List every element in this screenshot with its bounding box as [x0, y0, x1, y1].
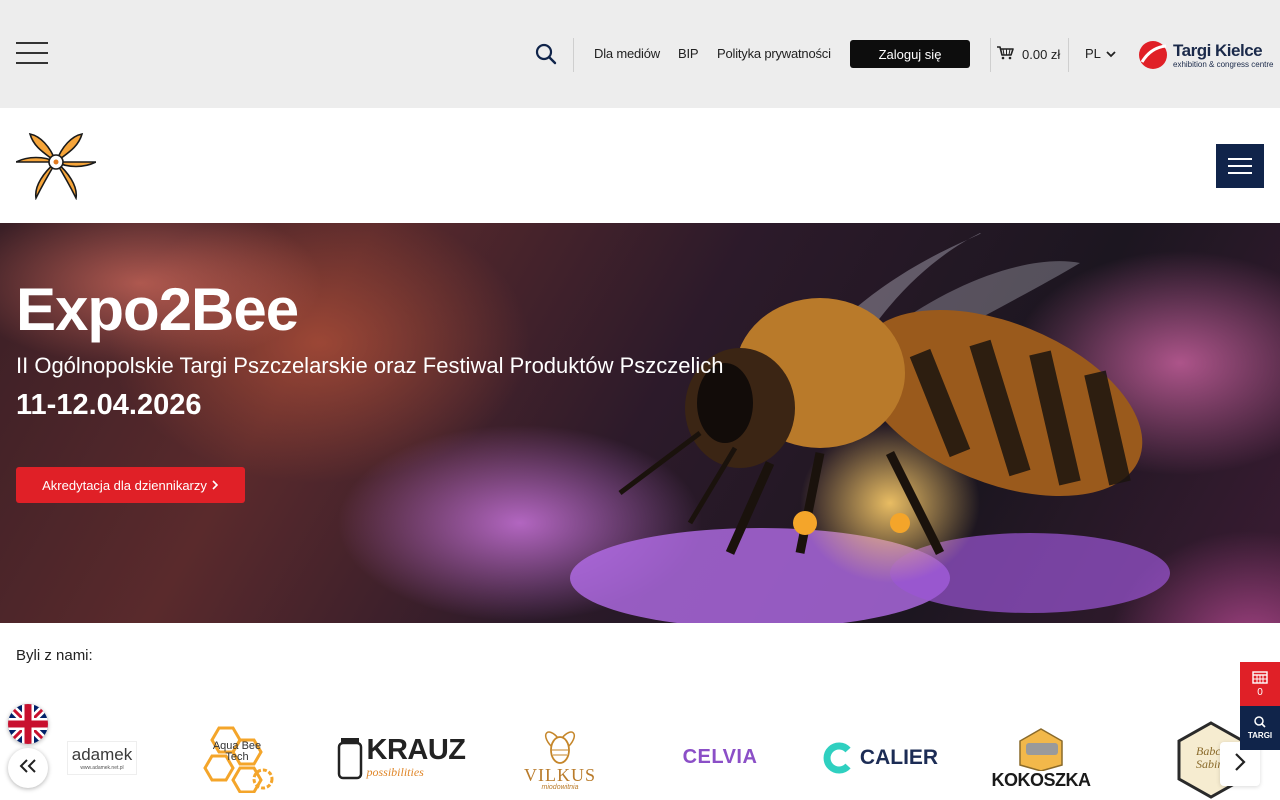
divider	[990, 38, 991, 72]
chevron-right-icon	[212, 478, 219, 493]
link-bip[interactable]: BIP	[678, 46, 699, 61]
calendar-widget-button[interactable]: 0	[1240, 662, 1280, 706]
bee-drawing-icon	[544, 731, 576, 764]
expo2bee-logo[interactable]	[15, 128, 97, 201]
adamek-wordmark: adamek	[71, 744, 133, 764]
targi-widget-button[interactable]: TARGI	[1240, 706, 1280, 750]
search-icon	[1254, 716, 1266, 728]
search-icon[interactable]	[535, 43, 557, 65]
cart-button[interactable]: 0.00 zł	[996, 44, 1060, 64]
site-header	[0, 108, 1280, 223]
chevron-down-icon	[1106, 46, 1116, 61]
partner-logo-krauz[interactable]: KRAUZ possibilities	[336, 715, 466, 800]
brand-name: Targi Kielce	[1173, 40, 1263, 60]
double-chevron-left-icon	[19, 758, 37, 778]
partners-carousel: adamek www.adamek.net.pl Aqua Bee Tech K…	[60, 715, 1280, 800]
main-menu-button[interactable]	[1216, 144, 1264, 188]
top-utility-bar: Dla mediów BIP Polityka prywatności Zalo…	[0, 0, 1280, 108]
hero-subtitle: II Ogólnopolskie Targi Pszczelarskie ora…	[16, 353, 724, 378]
partners-heading: Byli z nami:	[16, 647, 93, 664]
partner-logo-celvia[interactable]: CELVIA	[674, 715, 766, 800]
kokoszka-emblem	[1019, 727, 1063, 771]
jar-icon	[337, 737, 362, 779]
cart-amount: 0.00 zł	[1022, 46, 1061, 62]
hero-title: Expo2Bee	[16, 276, 299, 343]
event-date: 11-12.04.2026	[16, 389, 202, 421]
partner-logo-kokoszka[interactable]: KOKOSZKA	[986, 715, 1096, 800]
targi-kielce-logo[interactable]: Targi Kielce exhibition & congress centr…	[1138, 38, 1274, 72]
hero-banner: Expo2Bee II Ogólnopolskie Targi Pszczela…	[0, 223, 1280, 623]
adamek-url: www.adamek.net.pl	[80, 764, 124, 771]
press-accreditation-label: Akredytacja dla dziennikarzy	[42, 477, 207, 493]
login-button[interactable]: Zaloguj się	[850, 40, 970, 68]
chevron-right-icon	[1234, 752, 1246, 777]
targi-kielce-mark-icon	[1139, 41, 1167, 69]
carousel-prev-button[interactable]	[8, 748, 48, 788]
calier-mark	[823, 742, 851, 773]
language-label: PL	[1085, 46, 1101, 61]
divider	[1068, 38, 1069, 72]
vilkus-wordmark: VILKUS	[524, 765, 596, 785]
bee-on-flower-image	[570, 233, 1170, 623]
partner-logo-aqua-bee-tech[interactable]: Aqua Bee Tech	[198, 715, 280, 800]
top-menu-button[interactable]	[16, 42, 48, 64]
cart-icon	[996, 44, 1014, 65]
calier-wordmark: CALIER	[859, 745, 939, 769]
press-accreditation-button[interactable]: Akredytacja dla dziennikarzy	[16, 467, 245, 503]
krauz-wordmark: KRAUZ	[366, 733, 467, 766]
link-privacy-policy[interactable]: Polityka prywatności	[717, 46, 831, 61]
calendar-icon	[1252, 671, 1268, 684]
side-widget: 0 TARGI	[1240, 662, 1280, 750]
kokoszka-wordmark: KOKOSZKA	[991, 769, 1092, 790]
divider	[573, 38, 574, 72]
uk-flag-icon[interactable]	[8, 704, 48, 744]
partner-logo-vilkus[interactable]: VILKUS miodowitnia	[516, 715, 604, 800]
partner-logo-calier[interactable]: CALIER	[820, 715, 940, 800]
targi-label: TARGI	[1247, 731, 1273, 740]
brand-tagline: exhibition & congress centre	[1173, 59, 1274, 69]
calendar-count: 0	[1257, 687, 1263, 698]
language-selector[interactable]: PL	[1085, 46, 1116, 61]
link-for-media[interactable]: Dla mediów	[594, 46, 660, 61]
partner-logo-adamek[interactable]: adamek www.adamek.net.pl	[60, 715, 144, 800]
aqua-bee-tech-wordmark: Aqua Bee Tech	[212, 740, 262, 763]
celvia-wordmark: CELVIA	[682, 746, 758, 768]
krauz-tagline: possibilities	[366, 764, 424, 779]
vilkus-tagline: miodowitnia	[541, 784, 579, 791]
